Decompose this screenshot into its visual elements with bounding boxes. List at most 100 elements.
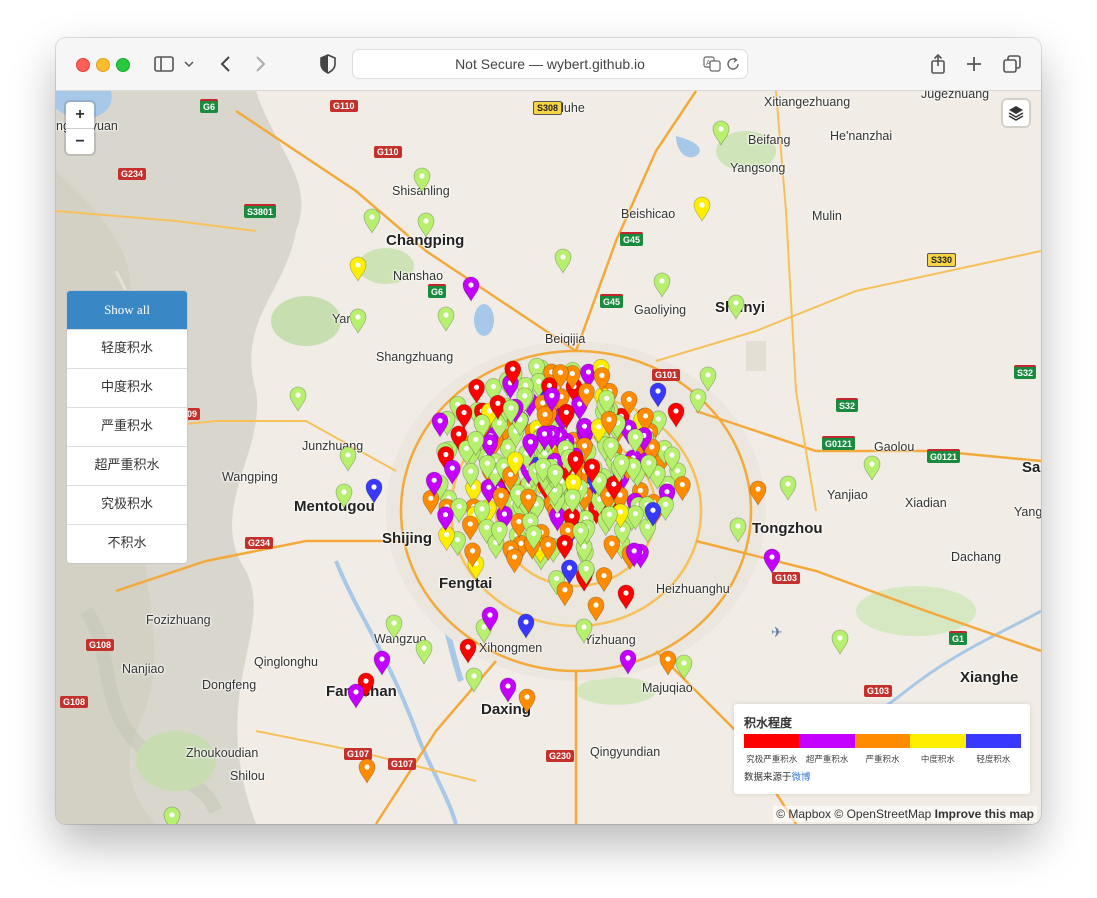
new-tab-icon[interactable] xyxy=(962,52,986,76)
flood-marker-pin[interactable] xyxy=(517,613,535,639)
flood-marker-pin[interactable] xyxy=(779,475,797,501)
legend-swatch-super-severe xyxy=(799,734,855,748)
filter-light-button[interactable]: 轻度积水 xyxy=(67,329,187,368)
flood-marker-pin[interactable] xyxy=(335,483,353,509)
layers-button[interactable] xyxy=(1003,100,1029,126)
flood-marker-pin[interactable] xyxy=(468,378,485,405)
flood-marker-pin[interactable] xyxy=(649,382,667,408)
legend-label: 究极严重积水 xyxy=(746,755,798,765)
flood-marker-pin[interactable] xyxy=(675,654,693,680)
flood-marker-pin[interactable] xyxy=(437,506,454,532)
browser-toolbar: Not Secure — wybert.github.io A xyxy=(56,38,1041,91)
flood-marker-pin[interactable] xyxy=(349,256,367,282)
legend-source: 数据来源于微博 xyxy=(744,769,811,783)
mapbox-attribution-link[interactable]: © Mapbox xyxy=(776,807,831,821)
legend-labels: 究极严重积水 超严重积水 严重积水 中度积水 轻度积水 xyxy=(744,753,1021,765)
flood-marker-pin[interactable] xyxy=(413,167,431,193)
flood-marker-pin[interactable] xyxy=(556,534,574,561)
flood-marker-pin[interactable] xyxy=(415,639,433,665)
flood-marker-pin[interactable] xyxy=(339,446,357,472)
flood-marker-pin[interactable] xyxy=(693,196,711,222)
flood-marker-pin[interactable] xyxy=(575,618,593,644)
flood-marker-pin[interactable] xyxy=(763,548,781,574)
zoom-out-button[interactable]: − xyxy=(66,129,94,155)
minimize-window-button[interactable] xyxy=(96,58,110,72)
flood-marker-pin[interactable] xyxy=(365,478,383,504)
flood-marker-pin[interactable] xyxy=(347,683,365,709)
filter-none-button[interactable]: 不积水 xyxy=(67,524,187,563)
legend-swatch-light xyxy=(965,734,1022,748)
flood-legend: 积水程度 究极严重积水 超严重积水 严重积水 中度积水 轻度积水 数据来源于微博 xyxy=(734,704,1030,794)
forward-icon[interactable] xyxy=(248,52,272,76)
flood-marker-pin[interactable] xyxy=(863,455,881,481)
reload-icon[interactable] xyxy=(725,56,741,72)
filter-extreme-button[interactable]: 究极积水 xyxy=(67,485,187,524)
fullscreen-window-button[interactable] xyxy=(116,58,130,72)
flood-marker-pin[interactable] xyxy=(506,548,523,574)
flood-marker-pin[interactable] xyxy=(518,688,536,714)
legend-title: 积水程度 xyxy=(744,716,793,730)
flood-marker-pin[interactable] xyxy=(385,614,403,640)
flood-marker-pin[interactable] xyxy=(363,208,381,234)
flood-marker-pin[interactable] xyxy=(459,638,477,664)
flood-marker-pin[interactable] xyxy=(462,276,480,302)
legend-source-prefix: 数据来源于 xyxy=(744,772,792,783)
flood-marker-pin[interactable] xyxy=(595,567,613,593)
flood-marker-pin[interactable] xyxy=(689,388,707,414)
address-bar[interactable]: Not Secure — wybert.github.io A xyxy=(352,49,748,79)
map-canvas[interactable]: ✈ JiuduheXitiangezhuangJugezhuangnghuayu… xyxy=(56,91,1041,824)
flood-marker-pin[interactable] xyxy=(349,308,367,334)
flood-marker-pin[interactable] xyxy=(556,581,574,607)
filter-severe-button[interactable]: 严重积水 xyxy=(67,407,187,446)
legend-label: 严重积水 xyxy=(865,755,900,765)
flood-marker-pin[interactable] xyxy=(163,806,181,824)
flood-marker-pin[interactable] xyxy=(617,584,635,610)
translate-icon[interactable]: A xyxy=(703,55,721,73)
flood-marker-pin[interactable] xyxy=(373,650,391,676)
flood-marker-pin[interactable] xyxy=(422,489,440,516)
filter-super-severe-button[interactable]: 超严重积水 xyxy=(67,446,187,485)
share-icon[interactable] xyxy=(926,52,950,76)
close-window-button[interactable] xyxy=(76,58,90,72)
url-text: Not Secure — wybert.github.io xyxy=(455,56,645,72)
shield-privacy-icon[interactable] xyxy=(316,52,340,76)
improve-map-link[interactable]: Improve this map xyxy=(935,807,1034,821)
flood-marker-pin[interactable] xyxy=(554,248,572,274)
filter-moderate-button[interactable]: 中度积水 xyxy=(67,368,187,407)
filter-show-all-button[interactable]: Show all xyxy=(67,291,187,329)
flood-marker-pin[interactable] xyxy=(358,758,376,784)
flood-marker-pin[interactable] xyxy=(499,677,517,703)
legend-label: 超严重积水 xyxy=(805,755,849,765)
flood-marker-pin[interactable] xyxy=(417,212,435,238)
chevron-down-icon[interactable] xyxy=(182,52,196,76)
flood-marker-pin[interactable] xyxy=(603,535,621,561)
flood-marker-pin[interactable] xyxy=(289,386,307,412)
browser-window: Not Secure — wybert.github.io A ✈ Jiuduh… xyxy=(56,38,1041,824)
flood-marker-pin[interactable] xyxy=(653,272,671,298)
flood-marker-pin[interactable] xyxy=(673,476,691,502)
legend-swatch-severe xyxy=(854,734,911,748)
back-icon[interactable] xyxy=(214,52,238,76)
flood-marker-pin[interactable] xyxy=(667,402,685,428)
flood-marker-pin[interactable] xyxy=(619,649,637,675)
flood-filter-menu: Show all 轻度积水 中度积水 严重积水 超严重积水 究极积水 不积水 xyxy=(66,290,188,564)
flood-marker-pin[interactable] xyxy=(699,366,717,392)
legend-label: 中度积水 xyxy=(920,755,955,765)
flood-marker-pin[interactable] xyxy=(749,480,767,506)
flood-marker-pin[interactable] xyxy=(659,650,677,676)
flood-marker-pin[interactable] xyxy=(587,596,605,622)
zoom-control: + − xyxy=(66,102,94,154)
flood-marker-pin[interactable] xyxy=(712,120,730,146)
sidebar-icon[interactable] xyxy=(152,52,176,76)
flood-marker-pin[interactable] xyxy=(455,404,473,430)
osm-attribution-link[interactable]: © OpenStreetMap xyxy=(834,807,931,821)
flood-marker-pin[interactable] xyxy=(831,629,849,655)
flood-marker-pin[interactable] xyxy=(729,517,747,543)
weibo-source-link[interactable]: 微博 xyxy=(792,772,811,783)
flood-marker-pin[interactable] xyxy=(727,294,745,320)
zoom-in-button[interactable]: + xyxy=(66,102,94,129)
flood-marker-pin[interactable] xyxy=(437,306,455,332)
flood-marker-pin[interactable] xyxy=(465,667,483,693)
tab-overview-icon[interactable] xyxy=(1000,52,1024,76)
legend-color-bar xyxy=(744,734,1022,748)
